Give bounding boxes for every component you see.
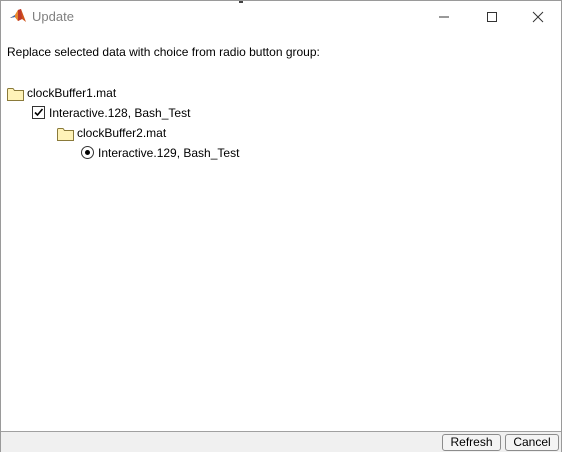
checkmark-icon xyxy=(34,108,44,117)
folder-icon xyxy=(57,128,74,141)
tree-node-label: clockBuffer1.mat xyxy=(27,86,117,100)
tree-node-item1[interactable]: Interactive.128, Bash_Test xyxy=(32,105,232,123)
cancel-button[interactable]: Cancel xyxy=(505,434,559,451)
item1-label: Interactive.128, Bash_Test xyxy=(49,106,191,120)
item1-checkbox[interactable] xyxy=(32,106,45,119)
minimize-icon xyxy=(439,16,449,18)
close-icon xyxy=(532,11,544,23)
tree-node-file2[interactable]: clockBuffer2.mat xyxy=(57,125,257,143)
window-title: Update xyxy=(32,9,74,24)
title-bar-mark xyxy=(239,1,243,3)
instruction-text: Replace selected data with choice from r… xyxy=(7,45,320,59)
item2-radio[interactable] xyxy=(81,146,94,159)
matlab-logo-icon xyxy=(10,9,26,22)
dialog-content: Replace selected data with choice from r… xyxy=(1,33,561,431)
minimize-button[interactable] xyxy=(421,1,467,32)
close-button[interactable] xyxy=(515,1,561,32)
tree-node-file1[interactable]: clockBuffer1.mat xyxy=(7,85,207,103)
button-bar: Refresh Cancel xyxy=(1,431,561,452)
maximize-button[interactable] xyxy=(469,1,515,32)
tree-node-item2[interactable]: Interactive.129, Bash_Test xyxy=(81,145,281,163)
maximize-icon xyxy=(487,12,497,22)
folder-icon xyxy=(7,88,24,101)
radio-dot-icon xyxy=(85,150,90,155)
item2-label: Interactive.129, Bash_Test xyxy=(98,146,240,160)
refresh-button[interactable]: Refresh xyxy=(442,434,501,451)
title-bar[interactable]: Update xyxy=(1,1,561,32)
tree-node-label: clockBuffer2.mat xyxy=(77,126,167,140)
update-dialog: Update Replace selected data with choice… xyxy=(0,0,562,452)
